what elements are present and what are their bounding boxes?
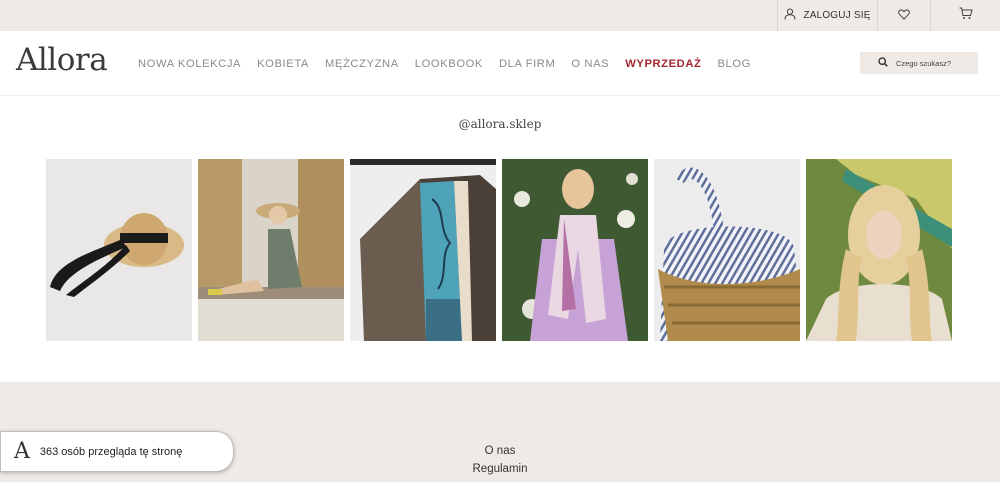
top-utility-bar: ZALOGUJ SIĘ — [0, 0, 1000, 31]
instagram-photo-hat[interactable] — [46, 159, 192, 341]
popup-logo: A — [14, 439, 30, 464]
nav-item-kobieta[interactable]: KOBIETA — [257, 58, 309, 70]
search-input[interactable]: Czego szukasz? — [860, 52, 978, 74]
wishlist-button[interactable] — [877, 0, 930, 31]
user-icon — [784, 7, 796, 25]
nav-item-nowa-kolekcja[interactable]: NOWA KOLEKCJA — [138, 58, 241, 70]
cart-button[interactable] — [930, 0, 1000, 31]
instagram-handle[interactable]: @allora.sklep — [0, 117, 1000, 131]
instagram-photo-basket[interactable] — [654, 159, 800, 341]
visitors-popup[interactable]: A 363 osób przegląda tę stronę — [0, 431, 234, 472]
logo[interactable]: Allora — [16, 42, 108, 78]
cart-icon — [959, 7, 973, 25]
nav-item-o-nas[interactable]: O NAS — [571, 58, 609, 70]
instagram-photo-scarf-jacket[interactable] — [350, 159, 496, 341]
instagram-gallery — [46, 159, 955, 341]
nav-item-dla-firm[interactable]: DLA FIRM — [499, 58, 555, 70]
visitors-count-text: 363 osób przegląda tę stronę — [39, 445, 183, 458]
nav-item-wyprzedaz[interactable]: WYPRZEDAŻ — [625, 58, 701, 70]
login-button[interactable]: ZALOGUJ SIĘ — [777, 0, 877, 31]
main-nav: NOWA KOLEKCJA KOBIETA MĘŻCZYZNA LOOKBOOK… — [138, 31, 767, 96]
heart-icon — [898, 7, 910, 25]
nav-item-blog[interactable]: BLOG — [717, 58, 751, 70]
instagram-photo-bench[interactable] — [198, 159, 344, 341]
nav-item-mezczyzna[interactable]: MĘŻCZYZNA — [325, 58, 399, 70]
main-header: Allora NOWA KOLEKCJA KOBIETA MĘŻCZYZNA L… — [0, 31, 1000, 96]
nav-item-lookbook[interactable]: LOOKBOOK — [415, 58, 483, 70]
instagram-photo-blonde-scarf[interactable] — [806, 159, 952, 341]
search-placeholder: Czego szukasz? — [896, 58, 952, 68]
instagram-photo-lilac-suit[interactable] — [502, 159, 648, 341]
login-label: ZALOGUJ SIĘ — [803, 10, 871, 21]
search-icon — [878, 54, 888, 72]
